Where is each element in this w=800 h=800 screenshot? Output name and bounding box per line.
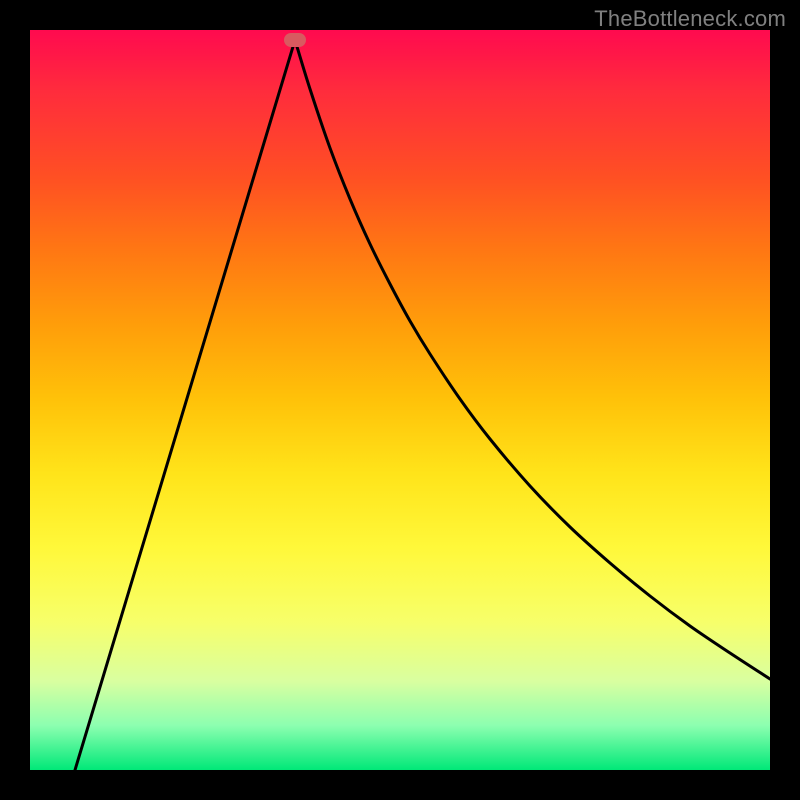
curve-right-segment [295, 40, 770, 679]
bottleneck-curve [30, 30, 770, 770]
optimal-point-marker [284, 33, 306, 47]
curve-left-segment [75, 40, 295, 770]
watermark-label: TheBottleneck.com [594, 6, 786, 32]
chart-area [30, 30, 770, 770]
